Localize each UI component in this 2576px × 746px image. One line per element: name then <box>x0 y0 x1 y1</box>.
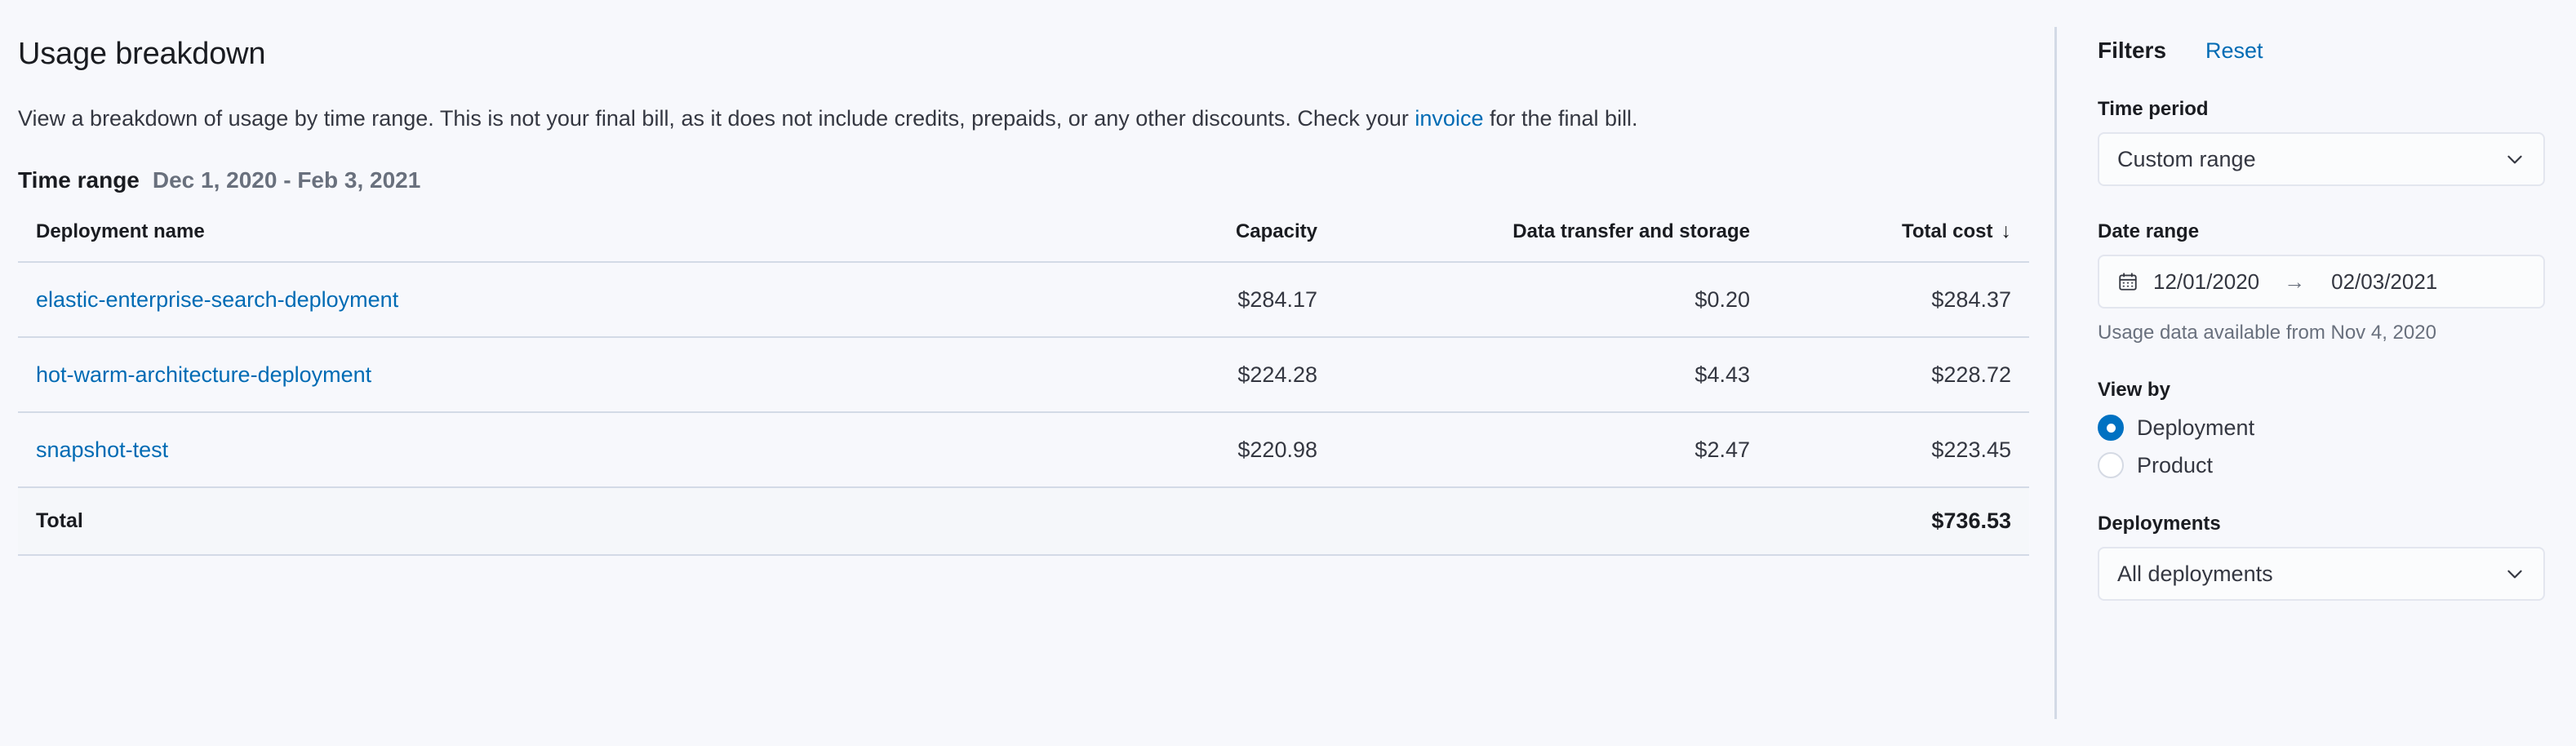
date-range-field: Date range 12/01/2020 → 02/03/2021 Usage… <box>2098 220 2545 344</box>
table-row: elastic-enterprise-search-deployment $28… <box>18 262 2029 337</box>
table-total-cost: $736.53 <box>1931 508 2011 533</box>
time-range-label: Time range <box>18 167 140 193</box>
column-header-deployment-name[interactable]: Deployment name <box>18 220 966 262</box>
filters-header: Filters Reset <box>2098 38 2545 64</box>
view-by-option-deployment-label: Deployment <box>2137 415 2255 440</box>
table-cell-deployment-name: snapshot-test <box>18 412 966 487</box>
table-cell-total-cost: $223.45 <box>1931 437 2011 462</box>
usage-table-head: Deployment name Capacity Data transfer a… <box>18 220 2029 262</box>
date-range-arrow-icon: → <box>2284 269 2306 294</box>
filters-panel: Filters Reset Time period Custom range D… <box>2057 0 2576 746</box>
column-header-total-cost[interactable]: Total cost ↓ <box>1750 220 2029 262</box>
vertical-divider <box>2054 27 2057 719</box>
chevron-down-icon <box>2504 149 2525 170</box>
table-row: hot-warm-architecture-deployment $224.28… <box>18 337 2029 412</box>
table-total-label: Total <box>36 509 83 532</box>
usage-table-body: elastic-enterprise-search-deployment $28… <box>18 262 2029 555</box>
date-range-label: Date range <box>2098 220 2200 242</box>
invoice-link[interactable]: invoice <box>1415 106 1483 131</box>
deployments-label: Deployments <box>2098 513 2221 535</box>
radio-unselected-icon[interactable] <box>2098 452 2124 478</box>
sort-descending-icon: ↓ <box>2001 220 2012 242</box>
date-range-help-text: Usage data available from Nov 4, 2020 <box>2098 322 2436 344</box>
table-row: snapshot-test $220.98 $2.47 $223.45 <box>18 412 2029 487</box>
column-header-data-transfer-and-storage[interactable]: Data transfer and storage <box>1317 220 1750 262</box>
usage-breakdown-page: Usage breakdown View a breakdown of usag… <box>0 0 2576 746</box>
time-range-summary: Time range Dec 1, 2020 - Feb 3, 2021 <box>18 167 2057 193</box>
chevron-down-icon <box>2504 563 2525 584</box>
date-range-start-input[interactable]: 12/01/2020 <box>2153 269 2259 295</box>
deployment-link[interactable]: elastic-enterprise-search-deployment <box>36 287 398 312</box>
time-period-value: Custom range <box>2117 146 2256 171</box>
calendar-icon <box>2117 271 2139 292</box>
deployments-value: All deployments <box>2117 561 2273 586</box>
usage-table: Deployment name Capacity Data transfer a… <box>18 220 2029 556</box>
main-content: Usage breakdown View a breakdown of usag… <box>0 0 2057 746</box>
deployment-link[interactable]: hot-warm-architecture-deployment <box>36 362 371 387</box>
view-by-option-deployment[interactable]: Deployment <box>2098 415 2545 441</box>
table-total-row: Total $736.53 <box>18 487 2029 555</box>
deployment-link[interactable]: snapshot-test <box>36 437 168 462</box>
date-range-end-input[interactable]: 02/03/2021 <box>2331 269 2437 295</box>
table-cell-deployment-name: hot-warm-architecture-deployment <box>18 337 966 412</box>
view-by-label: View by <box>2098 379 2170 401</box>
page-description-text-before: View a breakdown of usage by time range.… <box>18 106 1415 131</box>
view-by-field: View by Deployment Product <box>2098 379 2545 478</box>
column-header-total-cost-label: Total cost <box>1901 220 1993 242</box>
table-cell-data-transfer: $4.43 <box>1694 362 1750 387</box>
table-total-data-transfer <box>1317 487 1750 555</box>
table-cell-data-transfer: $0.20 <box>1694 287 1750 312</box>
time-range-value: Dec 1, 2020 - Feb 3, 2021 <box>152 167 421 193</box>
table-cell-capacity: $224.28 <box>1237 362 1317 387</box>
page-description: View a breakdown of usage by time range.… <box>18 104 2057 132</box>
usage-table-header-row: Deployment name Capacity Data transfer a… <box>18 220 2029 262</box>
deployments-field: Deployments All deployments <box>2098 513 2545 601</box>
date-range-picker[interactable]: 12/01/2020 → 02/03/2021 <box>2098 255 2545 309</box>
column-header-capacity[interactable]: Capacity <box>966 220 1317 262</box>
time-period-label: Time period <box>2098 98 2209 120</box>
view-by-option-product[interactable]: Product <box>2098 452 2545 478</box>
table-cell-total-cost: $228.72 <box>1931 362 2011 387</box>
time-period-field: Time period Custom range <box>2098 98 2545 186</box>
table-cell-total-cost: $284.37 <box>1931 287 2011 312</box>
deployments-select[interactable]: All deployments <box>2098 547 2545 601</box>
reset-filters-link[interactable]: Reset <box>2205 38 2263 64</box>
table-cell-capacity: $284.17 <box>1237 287 1317 312</box>
table-total-capacity <box>966 487 1317 555</box>
page-description-text-after: for the final bill. <box>1483 106 1638 131</box>
table-cell-deployment-name: elastic-enterprise-search-deployment <box>18 262 966 337</box>
filters-title: Filters <box>2098 38 2167 63</box>
table-cell-data-transfer: $2.47 <box>1694 437 1750 462</box>
page-title: Usage breakdown <box>18 37 266 71</box>
view-by-option-product-label: Product <box>2137 452 2214 477</box>
time-period-select[interactable]: Custom range <box>2098 132 2545 186</box>
table-cell-capacity: $220.98 <box>1237 437 1317 462</box>
radio-selected-icon[interactable] <box>2098 415 2124 441</box>
